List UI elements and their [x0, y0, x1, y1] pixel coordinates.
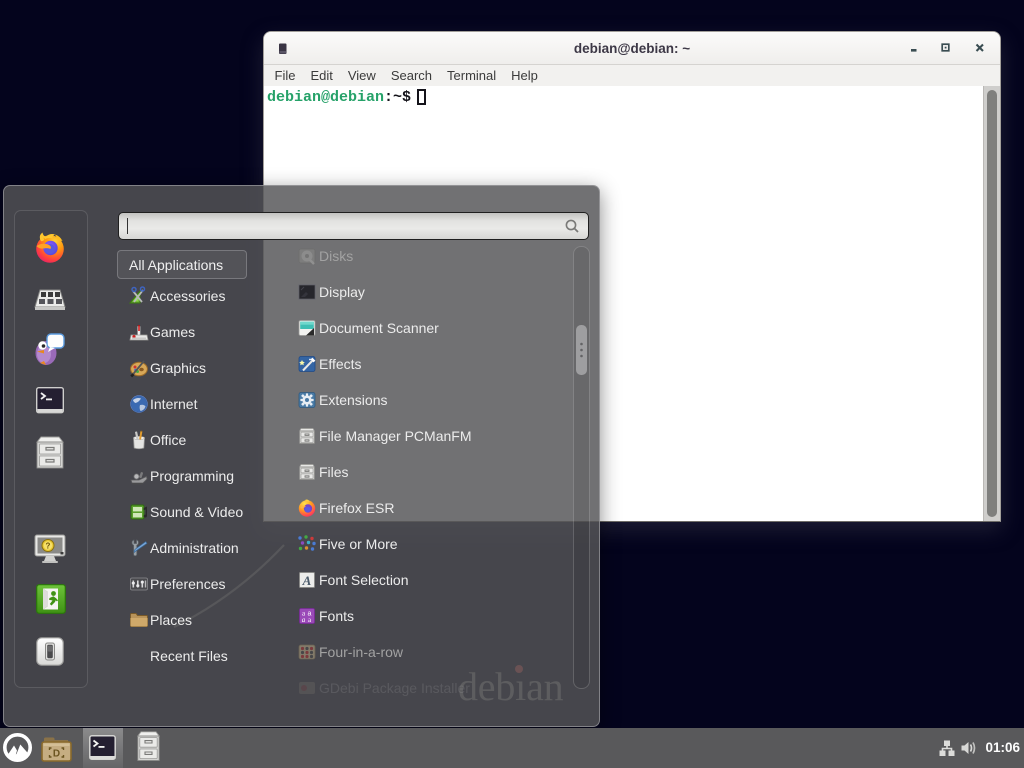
svg-text:?: ? — [46, 542, 51, 551]
svg-text:D: D — [53, 749, 60, 760]
svg-text:a: a — [302, 616, 306, 624]
svg-text:A: A — [302, 573, 312, 588]
